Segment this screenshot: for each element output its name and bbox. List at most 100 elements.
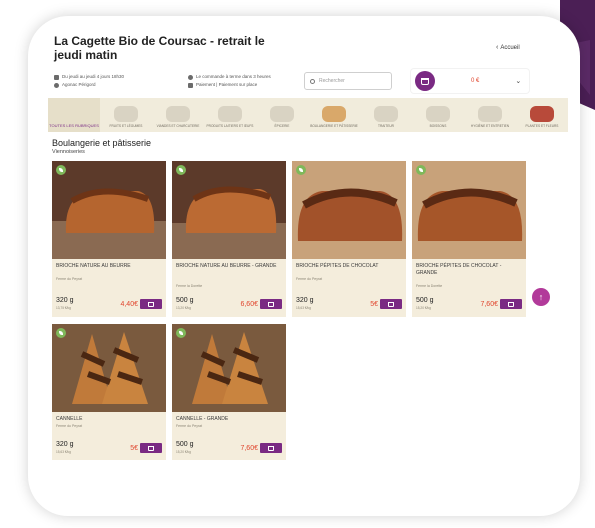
add-to-cart-button[interactable] <box>500 299 522 309</box>
product-price: 6,60€ <box>240 301 258 308</box>
category-tab-boissons[interactable]: Boissons <box>412 98 464 132</box>
chevron-left-icon: ‹ <box>496 44 499 51</box>
product-card[interactable]: Cannelle - grande Ferme du Peyrat 500 g … <box>172 324 286 460</box>
section-title: Boulangerie et pâtisserie <box>52 138 152 148</box>
product-maker: Ferme du Peyrat <box>176 424 203 428</box>
category-tab-traiteur[interactable]: Traiteur <box>360 98 412 132</box>
search-icon <box>310 78 315 84</box>
order-deadline: Le commande à terme dans 3 heures <box>196 74 271 79</box>
product-card[interactable]: Brioche pépites de chocolat - grande Fer… <box>412 161 526 317</box>
add-to-cart-button[interactable] <box>140 443 162 453</box>
scroll-to-top-button[interactable]: ↑ <box>532 288 550 306</box>
category-image <box>426 106 450 122</box>
category-tab-plantes[interactable]: Plantes et fleurs <box>516 98 568 132</box>
bio-badge-icon <box>416 165 426 175</box>
product-card[interactable]: Brioche nature au beurre Ferme du Peyrat… <box>52 161 166 317</box>
add-to-cart-button[interactable] <box>380 299 402 309</box>
cart-widget[interactable]: 0 € ⌄ <box>410 68 530 94</box>
product-price: 4,40€ <box>120 301 138 308</box>
product-weight: 320 g <box>56 297 74 304</box>
chevron-down-icon[interactable]: ⌄ <box>515 77 521 85</box>
clock-icon <box>188 74 193 80</box>
category-image <box>478 106 502 122</box>
product-card[interactable]: Brioche nature au beurre - grande Ferme … <box>172 161 286 317</box>
category-label: Toutes les rubriques <box>49 123 99 128</box>
shopping-bag-icon <box>268 445 274 451</box>
category-tab-all[interactable]: Toutes les rubriques <box>48 98 100 132</box>
product-price: 7,60€ <box>240 445 258 452</box>
back-link[interactable]: ‹ Accueil <box>496 44 520 51</box>
add-to-cart-button[interactable] <box>260 299 282 309</box>
cart-button[interactable] <box>415 71 435 91</box>
category-label: Boulangerie et pâtisserie <box>310 124 358 128</box>
product-name: Brioche nature au beurre <box>56 263 131 269</box>
category-image <box>530 106 554 122</box>
category-label: Viandes et charcuterie <box>156 124 200 128</box>
back-label: Accueil <box>500 45 520 51</box>
search-input[interactable]: Rechercher <box>304 72 392 90</box>
product-name: Cannelle <box>56 416 83 422</box>
product-weight: 500 g <box>176 297 194 304</box>
category-tab-boulangerie[interactable]: Boulangerie et pâtisserie <box>308 98 360 132</box>
product-maker: Ferme du Peyrat <box>56 277 83 281</box>
category-image <box>218 106 242 122</box>
category-tab-viandes[interactable]: Viandes et charcuterie <box>152 98 204 132</box>
arrow-up-icon: ↑ <box>538 292 544 302</box>
product-image <box>52 161 166 259</box>
shopping-bag-icon <box>421 77 429 85</box>
category-tab-epicerie[interactable]: Épicerie <box>256 98 308 132</box>
product-name: Cannelle - grande <box>176 416 229 422</box>
category-label: Plantes et fleurs <box>525 124 559 128</box>
bio-badge-icon <box>56 165 66 175</box>
category-label: Fruits et légumes <box>109 124 143 128</box>
pickup-date: Du jeudi au jeudi 4 jours 18h30 <box>62 74 125 79</box>
product-maker: Ferme la Dorette <box>416 284 443 288</box>
product-maker: Ferme du Peyrat <box>296 277 323 281</box>
category-label: Boissons <box>429 124 447 128</box>
product-unit-price: 15,20 €/kg <box>416 306 431 310</box>
category-tab-produits-laitiers[interactable]: Produits laitiers et œufs <box>204 98 256 132</box>
search-placeholder: Rechercher <box>319 78 345 84</box>
add-to-cart-button[interactable] <box>140 299 162 309</box>
product-image <box>52 324 166 412</box>
shopping-bag-icon <box>388 301 394 307</box>
category-tab-hygiene[interactable]: Hygiène et entretien <box>464 98 516 132</box>
product-price: 5€ <box>370 301 378 308</box>
shopping-bag-icon <box>148 301 154 307</box>
category-label: Produits laitiers et œufs <box>206 124 254 128</box>
product-image <box>172 324 286 412</box>
add-to-cart-button[interactable] <box>260 443 282 453</box>
app-window: La Cagette Bio de Coursac - retrait le j… <box>28 16 580 516</box>
category-bar: Toutes les rubriques Fruits et légumes V… <box>48 98 568 132</box>
category-tab-fruits-legumes[interactable]: Fruits et légumes <box>100 98 152 132</box>
product-maker: Ferme la Dorette <box>176 284 203 288</box>
bio-badge-icon <box>296 165 306 175</box>
product-name: Brioche pépites de chocolat - grande <box>416 263 502 276</box>
payment-info: Paiement | Paiement sur place <box>196 82 258 87</box>
bio-badge-icon <box>176 165 186 175</box>
category-image <box>270 106 294 122</box>
pickup-info: Du jeudi au jeudi 4 jours 18h30 Agonac P… <box>54 73 124 89</box>
product-card[interactable]: Cannelle Ferme du Peyrat 320 g 15,63 €/k… <box>52 324 166 460</box>
calendar-icon <box>54 74 59 80</box>
product-price: 7,60€ <box>480 301 498 308</box>
shopping-bag-icon <box>268 301 274 307</box>
product-unit-price: 15,20 €/kg <box>176 450 191 454</box>
product-card[interactable]: Brioche pépites de chocolat Ferme du Pey… <box>292 161 406 317</box>
product-image <box>292 161 406 259</box>
product-name: Brioche nature au beurre - grande <box>176 263 277 269</box>
category-label: Hygiène et entretien <box>470 124 510 128</box>
category-image <box>114 106 138 122</box>
product-weight: 320 g <box>56 441 74 448</box>
category-image <box>322 106 346 122</box>
product-unit-price: 13,75 €/kg <box>56 306 71 310</box>
product-image <box>172 161 286 259</box>
shopping-bag-icon <box>508 301 514 307</box>
category-image <box>374 106 398 122</box>
bio-badge-icon <box>176 328 186 338</box>
payment-icon <box>188 82 193 88</box>
product-weight: 500 g <box>416 297 434 304</box>
category-label: Épicerie <box>274 124 290 128</box>
product-unit-price: 15,63 €/kg <box>56 450 71 454</box>
product-name: Brioche pépites de chocolat <box>296 263 379 269</box>
